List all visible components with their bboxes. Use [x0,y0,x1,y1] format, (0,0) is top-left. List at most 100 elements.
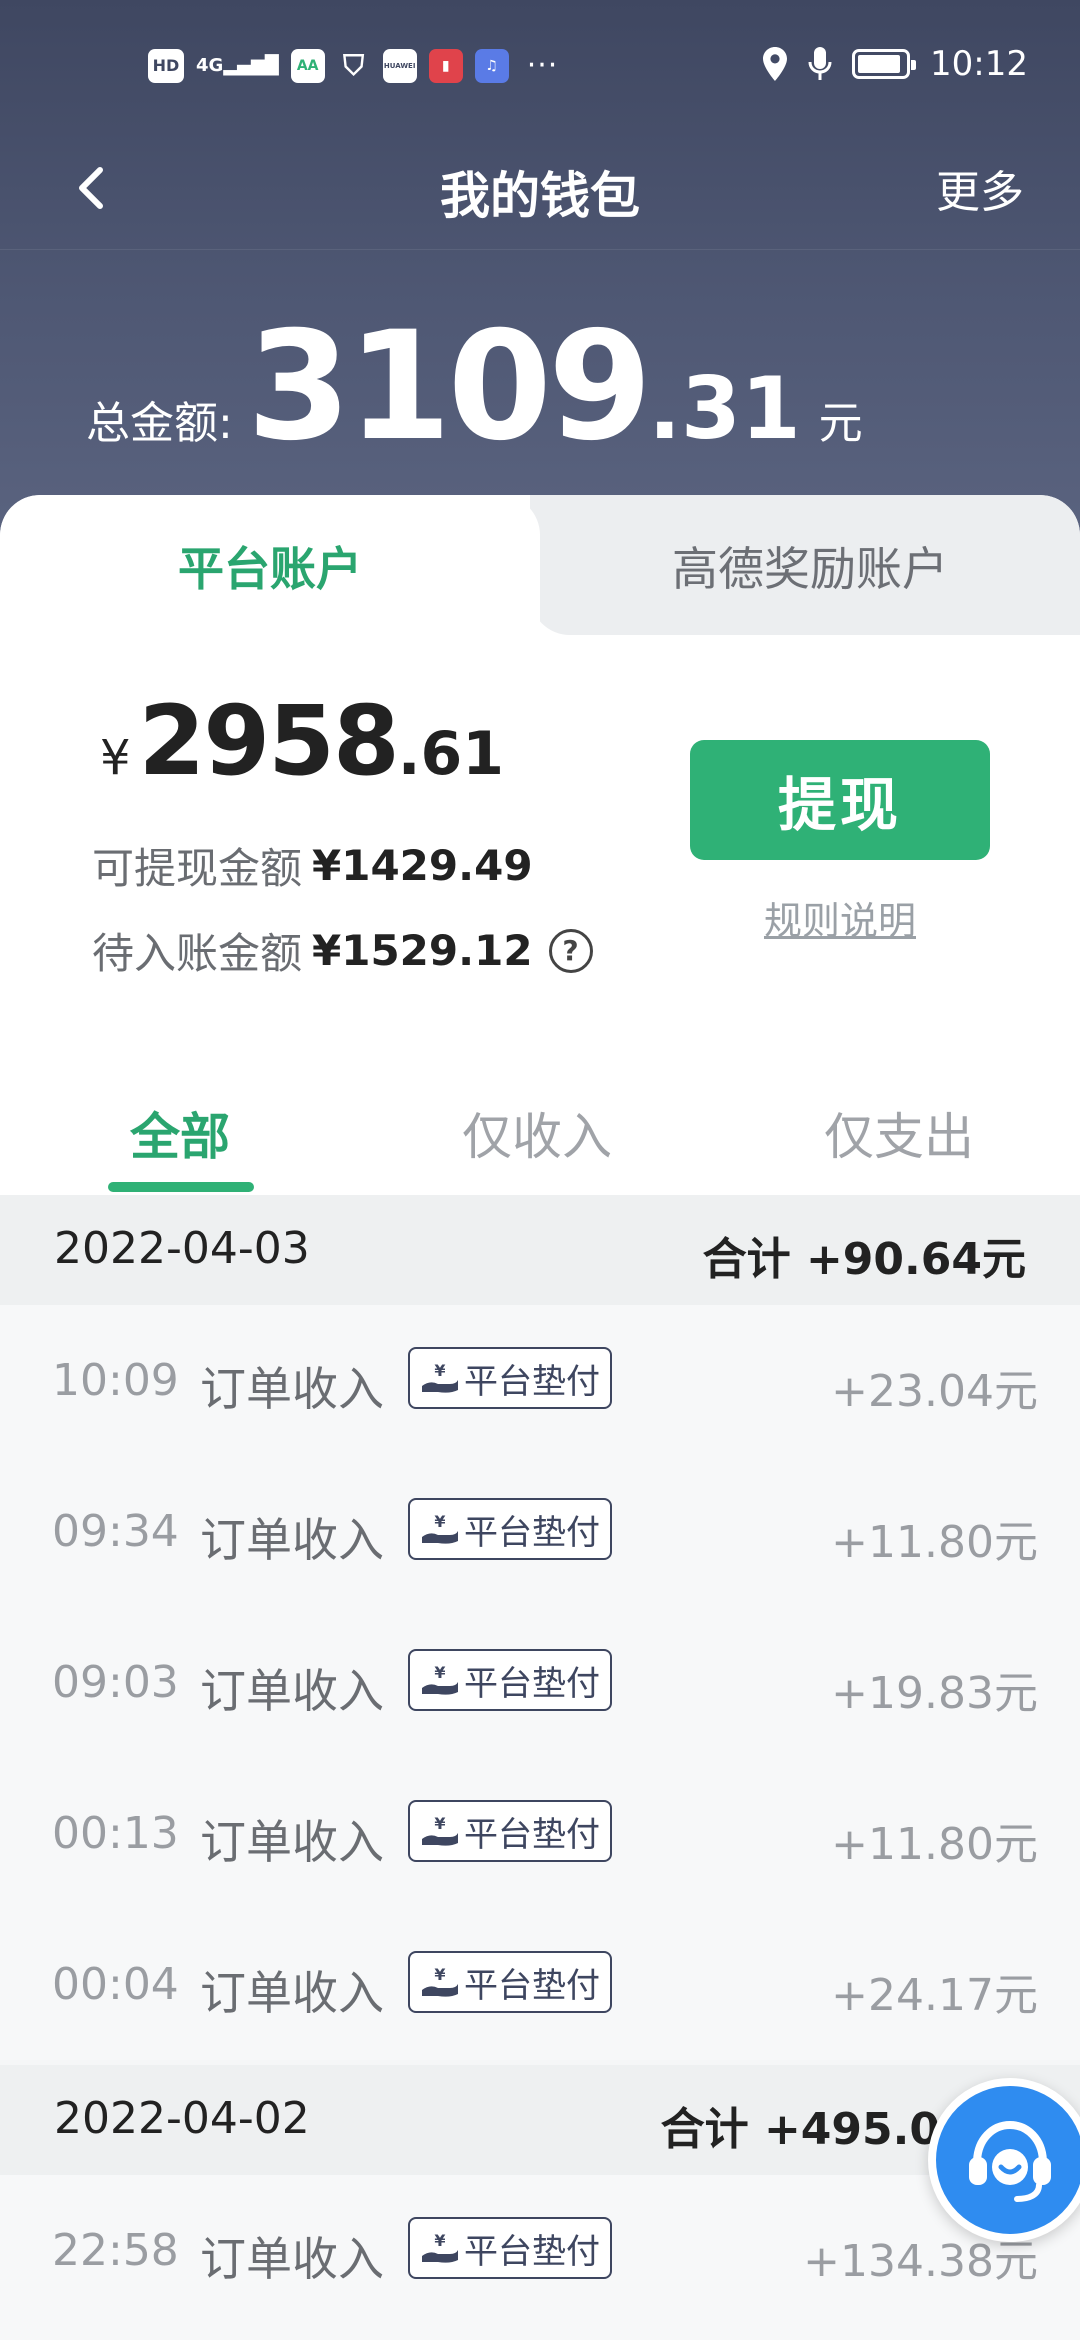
signal-icon: 4G▂▄▆█ [196,54,279,76]
transaction-row[interactable]: 00:04 订单收入 ¥ 平台垫付 +24.17元 [0,1909,1080,2060]
total-unit: 元 [818,398,863,449]
transaction-amount: +11.80元 [831,1517,1038,1568]
page-title: 我的钱包 [440,167,640,225]
badge-label: 平台垫付 [464,1814,600,1855]
wallet-header: HD 4G▂▄▆█ AA ⛉ HUAWEI ▮ ♫ ··· 10:12 我的钱包… [0,0,1080,560]
svg-text:¥: ¥ [434,1361,445,1380]
customer-service-button[interactable] [928,2078,1080,2242]
date-group-header: 2022-04-02 合计 +495.0 [0,2065,1080,2175]
transaction-type: 订单收入 [200,1664,384,1718]
nav-bar: 我的钱包 更多 [0,130,1080,250]
pending-line: 待入账金额 ¥1529.12 ? [92,920,593,981]
help-question-icon[interactable]: ? [548,928,593,973]
group-summary: 合计 +90.64元 [702,1234,1026,1285]
transaction-row[interactable]: 22:58 订单收入 ¥ 平台垫付 +134.38元 [0,2175,1080,2340]
hand-yuan-icon: ¥ [422,2231,458,2263]
tab-gaode-account-label[interactable]: 高德奖励账户 [540,533,1080,599]
shield-app-icon: ⛉ [343,48,365,82]
transaction-type: 订单收入 [200,1513,384,1567]
balance-decimal: .61 [397,719,505,789]
tab-all[interactable]: 全部 [130,1097,230,1169]
total-decimal: .31 [648,359,801,459]
hd-icon: HD [148,48,184,83]
badge-label: 平台垫付 [464,1361,600,1402]
transaction-time: 22:58 [52,2225,179,2276]
music-app-icon: ♫ [474,48,509,83]
platform-advance-badge: ¥ 平台垫付 [408,1649,612,1711]
active-tab-indicator [108,1182,254,1192]
withdrawable-label: 可提现金额 [92,844,303,893]
status-bar-left: HD 4G▂▄▆█ AA ⛉ HUAWEI ▮ ♫ ··· [148,48,558,83]
badge-label: 平台垫付 [464,1512,600,1553]
pending-label: 待入账金额 [92,929,303,978]
transaction-type: 订单收入 [200,1362,384,1416]
transaction-row[interactable]: 00:13 订单收入 ¥ 平台垫付 +11.80元 [0,1758,1080,1909]
status-bar-right: 10:12 [762,44,1028,84]
transaction-time: 00:04 [52,1959,179,2010]
microphone-icon [808,47,832,80]
hand-yuan-icon: ¥ [422,1814,458,1846]
transaction-type: 订单收入 [200,1966,384,2020]
transaction-row[interactable]: 10:09 订单收入 ¥ 平台垫付 +23.04元 [0,1305,1080,1456]
badge-label: 平台垫付 [464,2231,600,2272]
transaction-type: 订单收入 [200,1815,384,1869]
badge-label: 平台垫付 [464,1965,600,2006]
transaction-row[interactable]: 09:03 订单收入 ¥ 平台垫付 +19.83元 [0,1607,1080,1758]
platform-advance-badge: ¥ 平台垫付 [408,1800,612,1862]
account-balance: ¥ 2958 .61 [100,685,504,797]
transaction-time: 10:09 [52,1355,179,1406]
hand-yuan-icon: ¥ [422,1663,458,1695]
clock: 10:12 [930,44,1028,84]
rules-link[interactable]: 规则说明 [690,890,990,945]
platform-advance-badge: ¥ 平台垫付 [408,1347,612,1409]
platform-advance-badge: ¥ 平台垫付 [408,1498,612,1560]
transaction-row[interactable]: 09:34 订单收入 ¥ 平台垫付 +11.80元 [0,1456,1080,1607]
transaction-time: 00:13 [52,1808,179,1859]
svg-text:¥: ¥ [434,2231,445,2250]
svg-text:¥: ¥ [434,1814,445,1833]
balance-currency: ¥ [100,730,131,786]
location-icon [763,47,788,81]
platform-advance-badge: ¥ 平台垫付 [408,2217,612,2279]
aa-app-icon: AA [290,48,325,83]
transaction-amount: +23.04元 [831,1366,1038,1417]
hand-yuan-icon: ¥ [422,1965,458,1997]
transaction-amount: +19.83元 [831,1668,1038,1719]
transaction-time: 09:34 [52,1506,179,1557]
transaction-amount: +11.80元 [831,1819,1038,1870]
book-app-icon: ▮ [428,48,463,83]
svg-text:¥: ¥ [434,1663,445,1682]
status-bar: HD 4G▂▄▆█ AA ⛉ HUAWEI ▮ ♫ ··· 10:12 [0,0,1080,130]
tab-platform-account-label[interactable]: 平台账户 [0,533,540,599]
withdrawable-line: 可提现金额 ¥1429.49 [92,835,533,896]
withdrawable-amount: ¥1429.49 [312,841,533,890]
tab-income-only[interactable]: 仅收入 [462,1097,612,1169]
transaction-time: 09:03 [52,1657,179,1708]
balance-integer: 2958 [138,685,400,797]
filter-tabs: 全部 仅收入 仅支出 [0,1055,1080,1195]
hand-yuan-icon: ¥ [422,1361,458,1393]
hand-yuan-icon: ¥ [422,1512,458,1544]
group-date: 2022-04-02 [54,2093,310,2144]
pending-amount: ¥1529.12 [312,926,533,975]
headset-icon [969,2120,1051,2202]
more-notifications-icon: ··· [526,48,559,83]
withdraw-button[interactable]: 提现 [690,740,990,860]
account-tabs: 高德奖励账户 平台账户 [0,495,1080,635]
network-label: 4G [196,54,224,76]
svg-text:¥: ¥ [434,1512,445,1531]
total-integer: 3109 [246,300,652,474]
battery-icon [852,49,917,79]
group-summary: 合计 +495.0 [660,2104,940,2155]
group-date: 2022-04-03 [54,1223,310,1274]
date-group-header: 2022-04-03 合计 +90.64元 [0,1195,1080,1305]
transaction-amount: +24.17元 [831,1970,1038,2021]
account-card: 高德奖励账户 平台账户 ¥ 2958 .61 可提现金额 ¥1429.49 待入… [0,495,1080,1195]
total-amount: 总金额: 3109 .31 元 [86,300,863,474]
transaction-type: 订单收入 [200,2232,384,2286]
badge-label: 平台垫付 [464,1663,600,1704]
tab-expense-only[interactable]: 仅支出 [824,1097,974,1169]
huawei-store-icon: HUAWEI [382,48,417,83]
more-button[interactable]: 更多 [936,156,1024,220]
platform-advance-badge: ¥ 平台垫付 [408,1951,612,2013]
